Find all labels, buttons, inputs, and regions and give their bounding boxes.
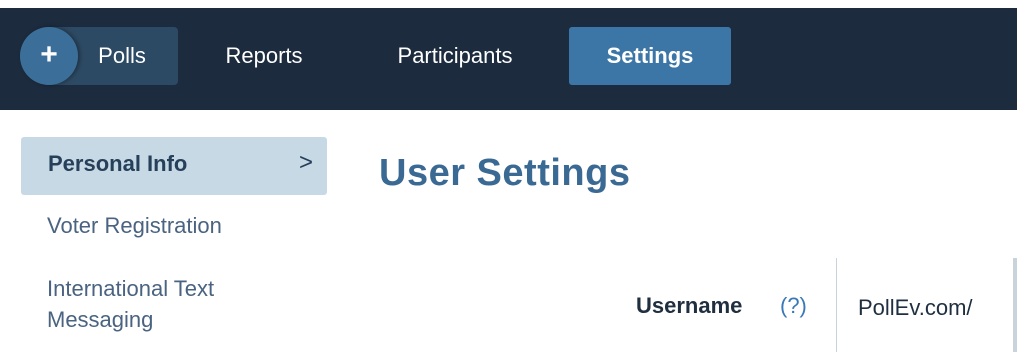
top-strip (0, 0, 1017, 8)
sidebar-item-label: Personal Info (48, 151, 188, 176)
field-divider (836, 258, 837, 352)
chevron-right-icon: > (298, 149, 313, 176)
sidebar-item-personal-info[interactable]: Personal Info > (21, 137, 327, 195)
username-help-link[interactable]: (?) (780, 293, 807, 319)
username-url-prefix: PollEv.com/ (858, 295, 973, 320)
username-input-edge[interactable] (1013, 258, 1017, 352)
app-window: + Polls Reports Participants Settings Pe… (0, 0, 1017, 352)
username-label: Username (636, 293, 743, 318)
sidebar-item-international-text-messaging[interactable]: International Text Messaging (47, 273, 307, 335)
nav-tab-participants[interactable]: Participants (366, 27, 544, 85)
nav-tab-settings[interactable]: Settings (569, 27, 731, 85)
sidebar-item-voter-registration[interactable]: Voter Registration (47, 213, 353, 239)
plus-icon: + (40, 38, 58, 71)
page-title: User Settings (379, 152, 631, 194)
top-navbar: + Polls Reports Participants Settings (0, 8, 1017, 110)
nav-tab-reports[interactable]: Reports (200, 27, 328, 85)
nav-tab-polls[interactable]: Polls (74, 27, 170, 85)
add-poll-button[interactable]: + (20, 27, 78, 85)
